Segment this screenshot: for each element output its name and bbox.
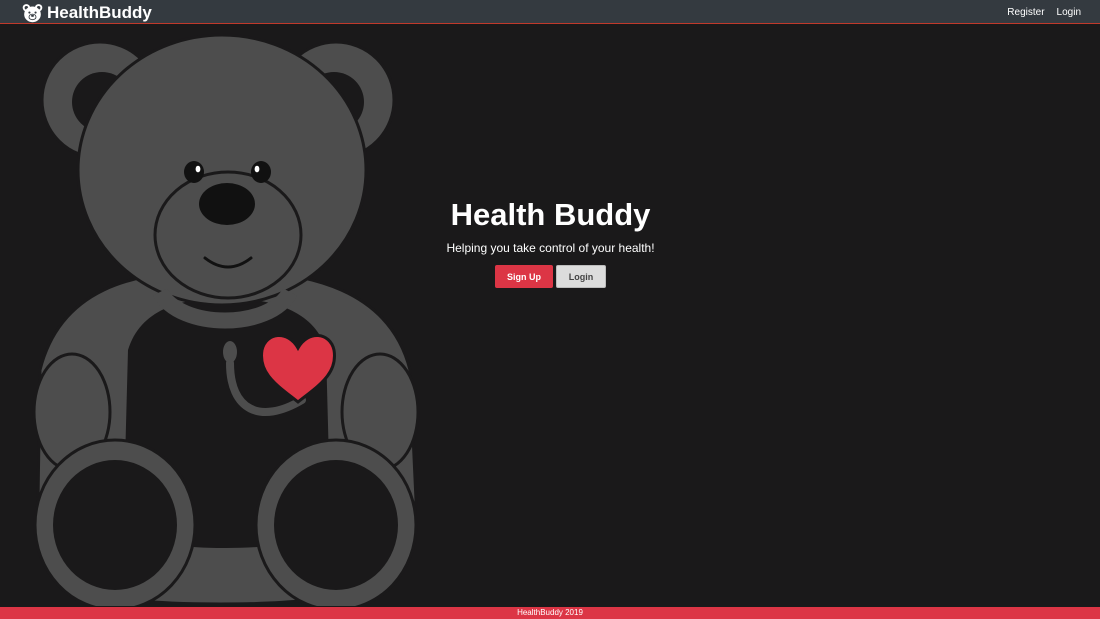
hero-buttons: Sign Up Login (400, 265, 701, 288)
hero-title: Health Buddy (450, 197, 651, 232)
brand-name: HealthBuddy (47, 2, 152, 22)
top-navbar: HealthBuddy Register Login (0, 0, 1100, 24)
nav-links: Register Login (1007, 0, 1081, 24)
footer: HealthBuddy 2019 (0, 607, 1100, 619)
login-button[interactable]: Login (556, 265, 606, 288)
hero-section: Health Buddy Helping you take control of… (400, 193, 701, 288)
teddy-bear-icon (22, 3, 43, 22)
hero-subtitle: Helping you take control of your health! (446, 241, 655, 255)
nav-register-link[interactable]: Register (1007, 7, 1044, 18)
nav-login-link[interactable]: Login (1057, 7, 1081, 18)
brand-link[interactable]: HealthBuddy (22, 2, 152, 23)
teddy-bear-illustration (32, 33, 420, 606)
sign-up-button[interactable]: Sign Up (495, 265, 553, 288)
